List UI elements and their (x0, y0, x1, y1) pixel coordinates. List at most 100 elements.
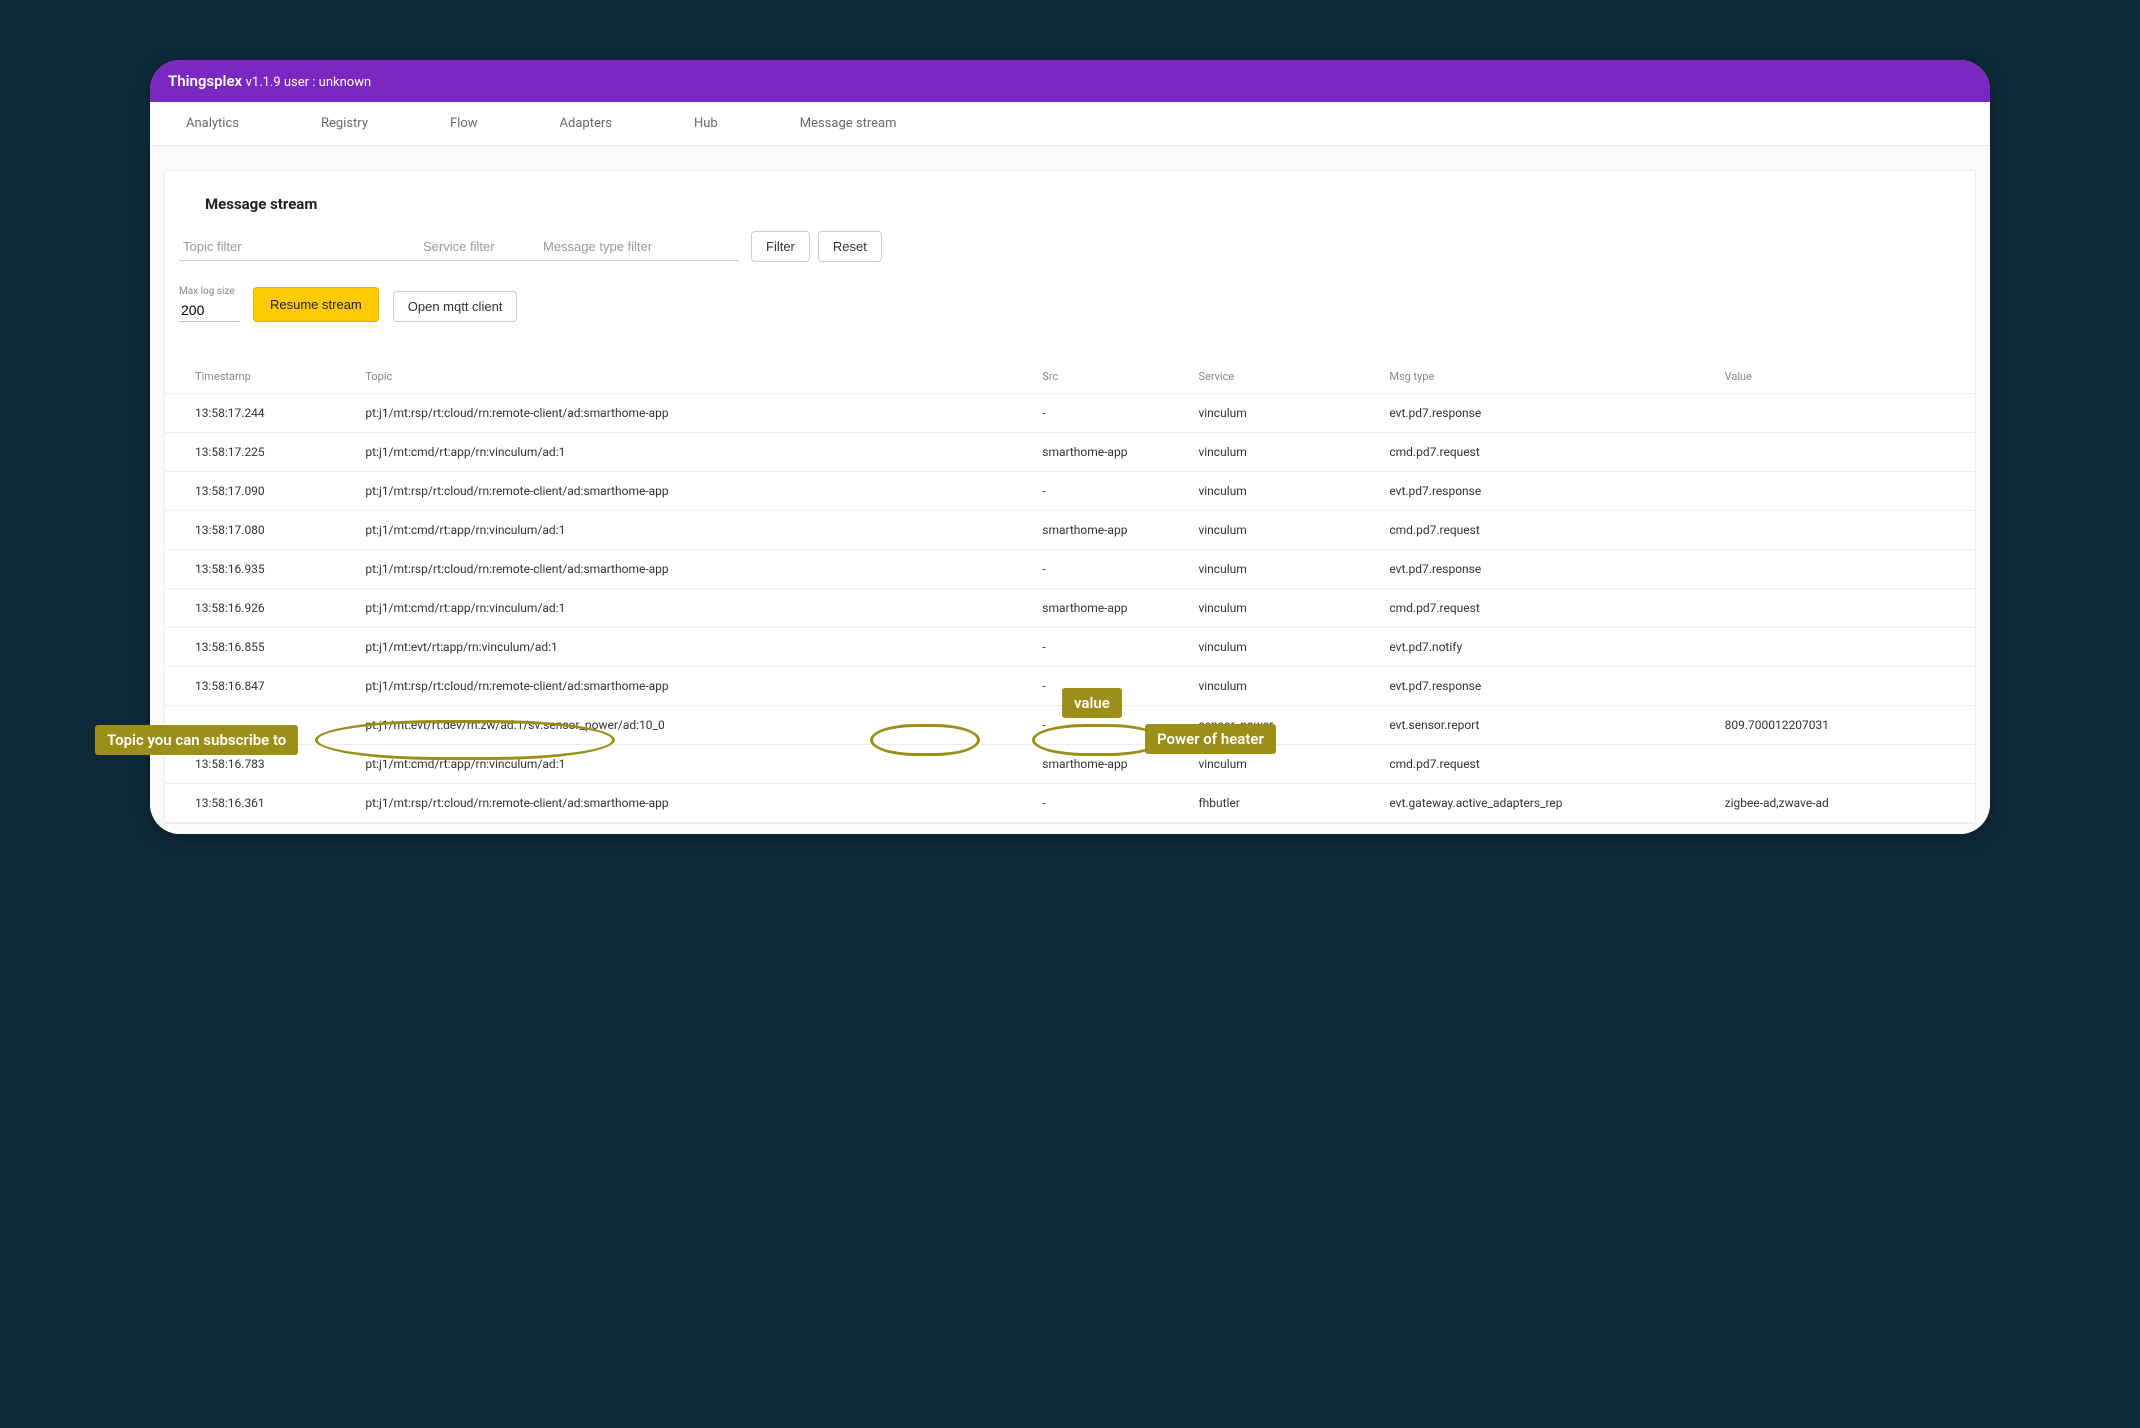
cell-service: vinculum (1188, 472, 1379, 511)
cell-src: smarthome-app (1032, 433, 1188, 472)
cell-value: zigbee-ad,zwave-ad (1715, 784, 1975, 823)
cell-service: vinculum (1188, 511, 1379, 550)
cell-service: vinculum (1188, 745, 1379, 784)
cell-timestamp: 13:58:17.244 (165, 394, 355, 433)
cell-msgtype: evt.sensor.report (1379, 706, 1714, 745)
cell-service: vinculum (1188, 550, 1379, 589)
cell-src: smarthome-app (1032, 511, 1188, 550)
cell-msgtype: evt.pd7.response (1379, 667, 1714, 706)
cell-timestamp: 13:58:16.361 (165, 784, 355, 823)
cell-src: - (1032, 628, 1188, 667)
maxlog-label: Max log size (179, 286, 239, 297)
cell-timestamp: 13:58:17.080 (165, 511, 355, 550)
reset-button[interactable]: Reset (818, 231, 882, 262)
cell-src: smarthome-app (1032, 589, 1188, 628)
cell-service: vinculum (1188, 628, 1379, 667)
cell-timestamp (165, 706, 355, 745)
cell-topic: pt:j1/mt:rsp/rt:cloud/rn:remote-client/a… (355, 472, 1032, 511)
nav-adapters[interactable]: Adapters (554, 102, 618, 145)
cell-topic: pt:j1/mt:cmd/rt:app/rn:vinculum/ad:1 (355, 433, 1032, 472)
cell-topic: pt:j1/mt:rsp/rt:cloud/rn:remote-client/a… (355, 784, 1032, 823)
table-row[interactable]: 13:58:16.361pt:j1/mt:rsp/rt:cloud/rn:rem… (165, 784, 1975, 823)
cell-value (1715, 628, 1975, 667)
cell-topic: pt:j1/mt:evt/rt:dev/rn:zw/ad:1/sv:sensor… (355, 706, 1032, 745)
message-stream-card: Message stream Filter Reset Max log size… (164, 170, 1976, 824)
cell-src: - (1032, 667, 1188, 706)
cell-msgtype: evt.pd7.response (1379, 394, 1714, 433)
app-brand: Thingsplex (168, 72, 242, 90)
app-meta: v1.1.9 user : unknown (246, 75, 372, 90)
cell-timestamp: 13:58:16.847 (165, 667, 355, 706)
nav-analytics[interactable]: Analytics (180, 102, 245, 145)
cell-timestamp: 13:58:16.926 (165, 589, 355, 628)
cell-value (1715, 394, 1975, 433)
cell-src: - (1032, 784, 1188, 823)
filter-row: Filter Reset (165, 231, 1975, 262)
cell-topic: pt:j1/mt:cmd/rt:app/rn:vinculum/ad:1 (355, 589, 1032, 628)
table-row[interactable]: 13:58:16.926pt:j1/mt:cmd/rt:app/rn:vincu… (165, 589, 1975, 628)
cell-timestamp: 13:58:16.935 (165, 550, 355, 589)
th-timestamp: Timestamp (165, 360, 355, 394)
nav-hub[interactable]: Hub (688, 102, 724, 145)
table-row[interactable]: 13:58:17.225pt:j1/mt:cmd/rt:app/rn:vincu… (165, 433, 1975, 472)
th-service: Service (1188, 360, 1379, 394)
cell-value (1715, 589, 1975, 628)
nav-message-stream[interactable]: Message stream (794, 102, 903, 145)
content-area: Message stream Filter Reset Max log size… (150, 146, 1990, 834)
cell-msgtype: evt.pd7.notify (1379, 628, 1714, 667)
titlebar: Thingsplex v1.1.9 user : unknown (150, 60, 1990, 102)
maxlog-input[interactable] (179, 299, 239, 322)
cell-msgtype: evt.pd7.response (1379, 550, 1714, 589)
cell-src: - (1032, 550, 1188, 589)
cell-value (1715, 550, 1975, 589)
nav-registry[interactable]: Registry (315, 102, 374, 145)
resume-stream-button[interactable]: Resume stream (253, 287, 379, 322)
cell-src: - (1032, 394, 1188, 433)
nav-flow[interactable]: Flow (444, 102, 484, 145)
cell-timestamp: 13:58:16.783 (165, 745, 355, 784)
table-row[interactable]: 13:58:16.783pt:j1/mt:cmd/rt:app/rn:vincu… (165, 745, 1975, 784)
table-row[interactable]: pt:j1/mt:evt/rt:dev/rn:zw/ad:1/sv:sensor… (165, 706, 1975, 745)
cell-topic: pt:j1/mt:evt/rt:app/rn:vinculum/ad:1 (355, 628, 1032, 667)
th-topic: Topic (355, 360, 1032, 394)
cell-msgtype: cmd.pd7.request (1379, 745, 1714, 784)
service-filter-input[interactable] (419, 233, 539, 261)
cell-timestamp: 13:58:16.855 (165, 628, 355, 667)
cell-value (1715, 433, 1975, 472)
topic-filter-input[interactable] (179, 233, 419, 261)
table-row[interactable]: 13:58:17.244pt:j1/mt:rsp/rt:cloud/rn:rem… (165, 394, 1975, 433)
cell-msgtype: evt.gateway.active_adapters_rep (1379, 784, 1714, 823)
controls-row: Max log size Resume stream Open mqtt cli… (165, 262, 1975, 332)
cell-value (1715, 511, 1975, 550)
table-row[interactable]: 13:58:16.847pt:j1/mt:rsp/rt:cloud/rn:rem… (165, 667, 1975, 706)
th-msgtype: Msg type (1379, 360, 1714, 394)
cell-src: smarthome-app (1032, 745, 1188, 784)
cell-value (1715, 472, 1975, 511)
cell-msgtype: evt.pd7.response (1379, 472, 1714, 511)
cell-msgtype: cmd.pd7.request (1379, 433, 1714, 472)
open-mqtt-button[interactable]: Open mqtt client (393, 291, 518, 322)
table-row[interactable]: 13:58:17.090pt:j1/mt:rsp/rt:cloud/rn:rem… (165, 472, 1975, 511)
cell-topic: pt:j1/mt:rsp/rt:cloud/rn:remote-client/a… (355, 667, 1032, 706)
cell-value (1715, 745, 1975, 784)
app-window: Thingsplex v1.1.9 user : unknown Analyti… (150, 60, 1990, 834)
table-row[interactable]: 13:58:16.935pt:j1/mt:rsp/rt:cloud/rn:rem… (165, 550, 1975, 589)
cell-service: vinculum (1188, 589, 1379, 628)
table-row[interactable]: 13:58:16.855pt:j1/mt:evt/rt:app/rn:vincu… (165, 628, 1975, 667)
cell-service: sensor_power (1188, 706, 1379, 745)
filter-button[interactable]: Filter (751, 231, 810, 262)
cell-service: vinculum (1188, 394, 1379, 433)
th-src: Src (1032, 360, 1188, 394)
cell-service: vinculum (1188, 433, 1379, 472)
cell-msgtype: cmd.pd7.request (1379, 511, 1714, 550)
cell-timestamp: 13:58:17.090 (165, 472, 355, 511)
table-row[interactable]: 13:58:17.080pt:j1/mt:cmd/rt:app/rn:vincu… (165, 511, 1975, 550)
cell-topic: pt:j1/mt:rsp/rt:cloud/rn:remote-client/a… (355, 550, 1032, 589)
cell-service: vinculum (1188, 667, 1379, 706)
cell-src: - (1032, 706, 1188, 745)
cell-msgtype: cmd.pd7.request (1379, 589, 1714, 628)
msgtype-filter-input[interactable] (539, 233, 739, 261)
cell-value (1715, 667, 1975, 706)
th-value: Value (1715, 360, 1975, 394)
cell-timestamp: 13:58:17.225 (165, 433, 355, 472)
